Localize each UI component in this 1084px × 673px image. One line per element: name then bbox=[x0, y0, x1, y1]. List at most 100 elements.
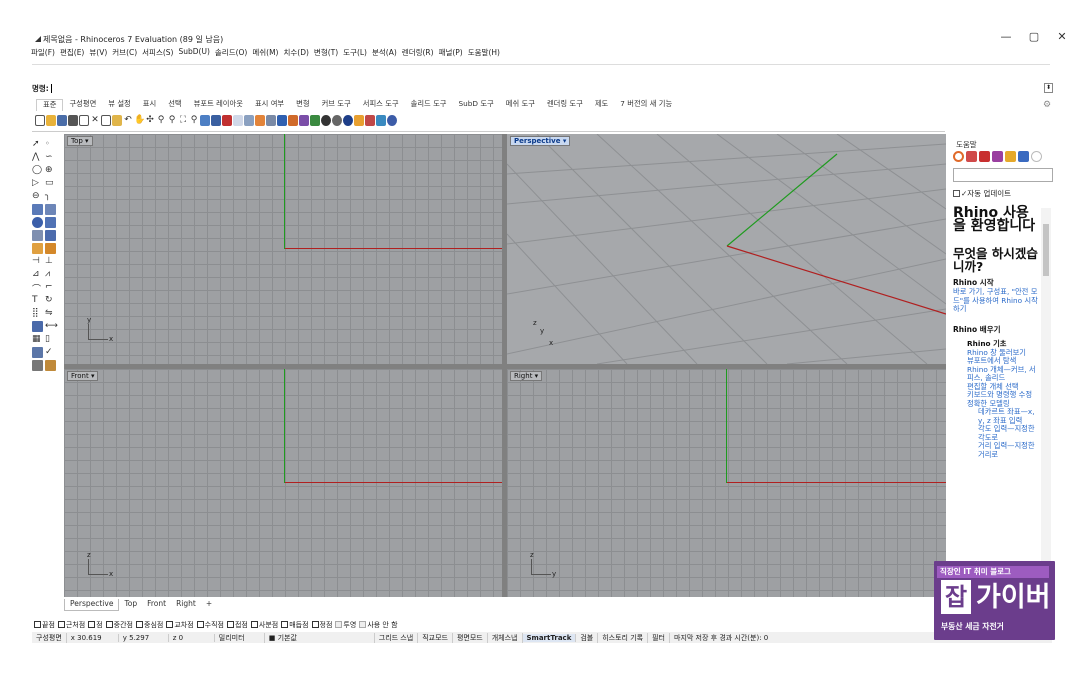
panel-menu-icon[interactable] bbox=[1031, 151, 1042, 162]
status-ortho[interactable]: 직교모드 bbox=[418, 632, 453, 643]
rendered-preview-icon[interactable] bbox=[343, 114, 353, 126]
tab-render-tools[interactable]: 렌더링 도구 bbox=[541, 99, 589, 111]
osnap-quadrant[interactable]: 사분점 bbox=[250, 620, 278, 630]
help-icon[interactable] bbox=[387, 114, 397, 126]
menu-tools[interactable]: 도구(L) bbox=[343, 47, 367, 59]
save-icon[interactable] bbox=[57, 114, 67, 126]
osnap-near[interactable]: 근처점 bbox=[57, 620, 85, 630]
cut-icon[interactable]: ✕ bbox=[90, 114, 100, 126]
material-tools-icon[interactable] bbox=[45, 360, 56, 371]
show-icon[interactable] bbox=[255, 114, 265, 126]
viewport-front[interactable]: Front ▾ z x bbox=[64, 369, 502, 597]
tab-surface-tools[interactable]: 서피스 도구 bbox=[357, 99, 405, 111]
status-smarttrack[interactable]: SmartTrack bbox=[522, 633, 577, 642]
print-icon[interactable] bbox=[68, 114, 78, 126]
select-arrow-icon[interactable]: ➚ bbox=[32, 139, 43, 150]
tab-viewport-layout[interactable]: 뷰포트 레이아웃 bbox=[188, 99, 249, 111]
menu-solid[interactable]: 솔리드(O) bbox=[215, 47, 247, 59]
viewport-tab-perspective[interactable]: Perspective bbox=[64, 599, 120, 611]
open-icon[interactable] bbox=[46, 114, 56, 126]
tab-subd-tools[interactable]: SubD 도구 bbox=[453, 99, 500, 111]
environment-icon[interactable] bbox=[1005, 151, 1016, 162]
menu-panels[interactable]: 패널(P) bbox=[439, 47, 463, 59]
checkbox[interactable] bbox=[136, 620, 143, 628]
fillet-curve-icon[interactable]: ╮ bbox=[45, 191, 56, 202]
four-viewports-icon[interactable] bbox=[211, 114, 221, 126]
tab-transform[interactable]: 변형 bbox=[290, 99, 315, 111]
tab-cplanes[interactable]: 구성평면 bbox=[63, 99, 102, 111]
checkbox[interactable] bbox=[57, 620, 65, 628]
checkbox[interactable] bbox=[359, 620, 367, 628]
block-icon[interactable]: ▯ bbox=[45, 334, 56, 345]
tab-standard[interactable]: 표준 bbox=[36, 99, 64, 111]
join-icon[interactable]: ⊿ bbox=[32, 269, 43, 280]
copy-icon[interactable] bbox=[101, 114, 111, 126]
checkbox[interactable] bbox=[311, 620, 319, 628]
viewport-right[interactable]: Right ▾ z y bbox=[507, 369, 946, 597]
checkbox[interactable] bbox=[105, 620, 113, 628]
viewport-title[interactable]: Front ▾ bbox=[67, 371, 99, 381]
rotate-icon[interactable]: ↻ bbox=[45, 295, 56, 306]
tab-drafting[interactable]: 제도 bbox=[589, 99, 614, 111]
mirror-icon[interactable]: ⇋ bbox=[45, 308, 56, 319]
checkbox[interactable] bbox=[166, 620, 174, 628]
help-link[interactable]: Rhino 개체—커브, 서피스, 솔리드 bbox=[967, 365, 1041, 383]
osnap-knot[interactable]: 매듭점 bbox=[281, 620, 309, 630]
status-cplane[interactable]: 구성평면 bbox=[32, 632, 67, 643]
status-gumball[interactable]: 검볼 bbox=[576, 632, 599, 643]
group-icon[interactable] bbox=[32, 321, 43, 332]
zoom-selected-icon[interactable]: ⚲ bbox=[189, 115, 199, 126]
help-link[interactable]: 각도 입력—지정한 각도로 bbox=[978, 424, 1041, 442]
layers-icon[interactable] bbox=[966, 151, 977, 162]
trim-icon[interactable]: ⊣ bbox=[32, 256, 43, 267]
tab-select[interactable]: 선택 bbox=[162, 99, 187, 111]
osnap-point[interactable]: 점 bbox=[88, 620, 103, 630]
osnap-vertex[interactable]: 정점 bbox=[311, 620, 332, 630]
osnap-disable[interactable]: 사용 안 함 bbox=[359, 620, 398, 630]
point-icon[interactable]: ◦ bbox=[45, 139, 56, 150]
command-scroll-button[interactable]: ⬍ bbox=[1044, 83, 1053, 93]
arc-icon[interactable]: ▷ bbox=[32, 178, 43, 189]
viewport-title[interactable]: Right ▾ bbox=[510, 371, 543, 381]
zoom-icon[interactable]: ⚲ bbox=[156, 115, 166, 126]
panel-title[interactable]: 도움말 bbox=[956, 139, 977, 150]
undo-icon[interactable]: ↶ bbox=[123, 115, 133, 126]
shaded-icon[interactable] bbox=[321, 114, 331, 126]
tab-display[interactable]: 표시 bbox=[137, 99, 162, 111]
paste-icon[interactable] bbox=[112, 114, 122, 126]
osnap-intersection[interactable]: 교차점 bbox=[166, 620, 194, 630]
osnap-tangent[interactable]: 접점 bbox=[226, 620, 248, 630]
select-all-icon[interactable] bbox=[233, 114, 243, 126]
polygon-icon[interactable]: ⊖ bbox=[32, 191, 43, 202]
lock-icon[interactable] bbox=[266, 114, 276, 126]
cylinder-icon[interactable] bbox=[32, 230, 43, 241]
help-tools-icon[interactable] bbox=[365, 114, 375, 126]
menu-file[interactable]: 파일(F) bbox=[31, 47, 55, 59]
status-history[interactable]: 히스토리 기록 bbox=[598, 632, 649, 643]
menu-view[interactable]: 뷰(V) bbox=[89, 47, 107, 59]
gear-icon[interactable]: ⚙ bbox=[1043, 100, 1051, 110]
checkbox[interactable] bbox=[335, 620, 343, 628]
status-grid-snap[interactable]: 그리드 스냅 bbox=[375, 632, 419, 643]
split-icon[interactable]: ⊥ bbox=[45, 256, 56, 267]
mesh-icon[interactable] bbox=[45, 230, 56, 241]
check-icon[interactable]: ✓ bbox=[45, 347, 56, 358]
move-icon[interactable]: T bbox=[32, 295, 43, 306]
analyze-icon[interactable] bbox=[32, 347, 43, 358]
properties-icon[interactable] bbox=[953, 151, 964, 162]
menu-surface[interactable]: 서피스(S) bbox=[142, 47, 173, 59]
osnap-project[interactable]: 투영 bbox=[335, 620, 356, 630]
status-filter[interactable]: 필터 bbox=[648, 632, 670, 643]
viewport-tab-right[interactable]: Right bbox=[171, 599, 201, 611]
osnap-perpendicular[interactable]: 수직점 bbox=[196, 620, 224, 630]
auto-update-row[interactable]: ✓ 자동 업데이트 bbox=[953, 188, 1041, 199]
tab-new-in-v7[interactable]: 7 버전의 새 기능 bbox=[614, 99, 678, 111]
viewport-perspective[interactable]: Perspective ▾ z y x bbox=[507, 134, 946, 364]
materials-icon[interactable] bbox=[299, 114, 309, 126]
checkbox[interactable] bbox=[88, 620, 96, 628]
tab-curve-tools[interactable]: 커브 도구 bbox=[316, 99, 357, 111]
menu-analyze[interactable]: 분석(A) bbox=[372, 47, 397, 59]
options-icon[interactable] bbox=[354, 114, 364, 126]
maximize-button[interactable]: ▢ bbox=[1024, 30, 1044, 44]
status-planar[interactable]: 평면모드 bbox=[453, 632, 488, 643]
